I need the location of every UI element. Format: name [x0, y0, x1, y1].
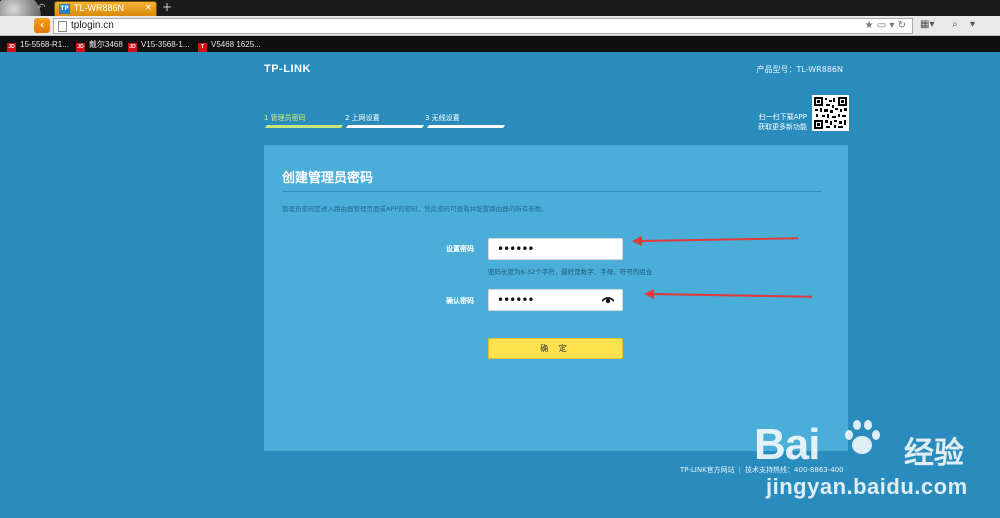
- bookmark-item[interactable]: JD 15-5568-R1...: [7, 39, 69, 52]
- page-icon: [58, 21, 67, 32]
- app-download-promo: 扫一扫下载APP 获取更多新功能: [752, 112, 807, 132]
- address-toolbar: ‹ tplogin.cn ★ ▭ ▾ ↻ ▦▾ ⌕ ▾: [0, 16, 1000, 36]
- url-text[interactable]: tplogin.cn: [71, 20, 114, 31]
- browser-tab[interactable]: TP TL-WR886N ×: [54, 1, 157, 16]
- tp-link-favicon-icon: TP: [59, 4, 70, 14]
- more-icon[interactable]: ▾: [970, 19, 975, 30]
- bookmark-label: V15-3568-1...: [141, 40, 190, 49]
- address-bar[interactable]: tplogin.cn ★ ▭ ▾ ↻: [53, 18, 913, 34]
- bookmark-item[interactable]: JD V15-3568-1...: [128, 39, 190, 52]
- bookmark-label: 15-5568-R1...: [20, 40, 69, 49]
- bookmark-label: 戴尔3468: [89, 40, 123, 49]
- panel-description: 管理员密码是进入路由器管理页面或APP的密码，凭此密码可查看并配置路由器的所有参…: [282, 205, 548, 213]
- qr-code-icon: [812, 95, 849, 131]
- reload-icon[interactable]: ↻: [898, 20, 906, 31]
- title-divider: [282, 191, 822, 192]
- watermark-brand: Bai: [754, 420, 820, 469]
- password-label: 设置密码: [446, 245, 474, 253]
- bookmark-item[interactable]: T V5468 1625...: [198, 39, 261, 52]
- app-promo-line2: 获取更多新功能: [758, 123, 807, 131]
- step-wireless-setup: 3 无线设置: [425, 114, 460, 122]
- footer-separator: |: [738, 466, 742, 474]
- watermark-url: jingyan.baidu.com: [766, 474, 968, 499]
- bookmarks-bar: JD 15-5568-R1... JD 戴尔3468 JD V15-3568-1...…: [0, 36, 1000, 52]
- page-tools-icon[interactable]: ▭: [877, 20, 886, 31]
- baidu-jingyan-watermark: Bai 经验 jingyan.baidu.com: [754, 412, 994, 512]
- bookmark-label: V5468 1625...: [211, 40, 261, 49]
- dropdown-icon[interactable]: ▾: [889, 20, 894, 31]
- step-progress-3: [426, 125, 506, 128]
- browser-tab-bar: ↶ TP TL-WR886N × +: [0, 0, 1000, 40]
- new-tab-button[interactable]: +: [162, 0, 172, 15]
- search-icon[interactable]: ⌕: [952, 19, 958, 30]
- password-hint: 密码长度为6-32个字符，最好是数字、字母、符号的组合: [488, 268, 653, 276]
- show-password-eye-icon[interactable]: [602, 296, 614, 304]
- setup-panel: 创建管理员密码 管理员密码是进入路由器管理页面或APP的密码，凭此密码可查看并配…: [264, 145, 848, 451]
- baidu-paw-icon: [845, 420, 880, 454]
- password-input[interactable]: ••••••: [488, 238, 623, 260]
- app-promo-line1: 扫一扫下载APP: [758, 113, 807, 121]
- step-admin-password: 1 管理员密码: [264, 114, 306, 122]
- undo-close-tab-icon[interactable]: ↶: [34, 1, 48, 15]
- jd-icon: JD: [76, 43, 85, 52]
- confirm-password-label: 确认密码: [446, 297, 474, 305]
- jd-icon: JD: [128, 43, 137, 52]
- watermark-brand-cn: 经验: [904, 436, 964, 471]
- page-title: 创建管理员密码: [282, 171, 374, 186]
- jd-icon: JD: [7, 43, 16, 52]
- tp-link-logo: TP-LINK: [264, 63, 311, 75]
- tab-title: TL-WR886N: [74, 3, 125, 13]
- back-button[interactable]: ‹: [34, 18, 50, 33]
- step-progress-2: [345, 125, 425, 128]
- bookmark-item[interactable]: JD 戴尔3468: [76, 39, 123, 52]
- star-icon[interactable]: ★: [865, 20, 874, 31]
- product-model: 产品型号：TL-WR886N: [756, 65, 844, 74]
- tmall-icon: T: [198, 43, 207, 52]
- confirm-password-value: ••••••: [497, 293, 534, 307]
- confirm-password-input[interactable]: ••••••: [488, 289, 623, 311]
- search-engine-icon[interactable]: ▦▾: [920, 19, 934, 30]
- extension-area: ▦▾ ⌕ ▾: [918, 18, 996, 34]
- password-value: ••••••: [497, 242, 534, 256]
- step-internet-setup: 2 上网设置: [345, 114, 380, 122]
- step-progress-1: [264, 125, 344, 128]
- url-bar-actions: ★ ▭ ▾ ↻: [865, 20, 906, 31]
- official-site-link[interactable]: TP-LINK官方网站: [680, 466, 735, 474]
- tab-close-icon[interactable]: ×: [144, 3, 152, 13]
- confirm-button[interactable]: 确 定: [488, 338, 623, 359]
